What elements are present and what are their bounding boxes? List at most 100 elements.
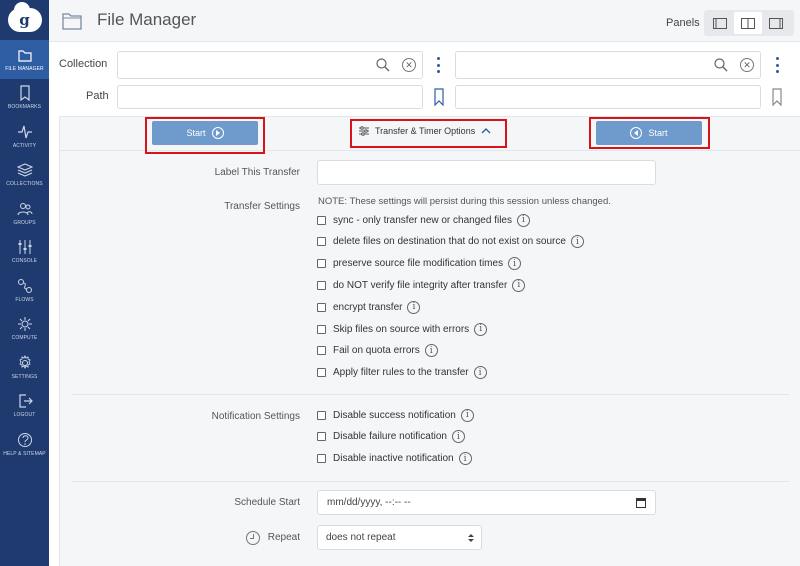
- transfer-options-toggle[interactable]: Transfer & Timer Options: [359, 126, 491, 136]
- sidebar-item-label: HELP & SITEMAP: [3, 450, 46, 457]
- info-icon[interactable]: i: [424, 344, 438, 358]
- right-more-menu-icon[interactable]: [775, 57, 779, 73]
- transfer-checkbox[interactable]: [317, 302, 326, 312]
- sliders-icon: [359, 126, 369, 136]
- schedule-start-input[interactable]: mm/dd/yyyy, --:-- --: [317, 490, 656, 515]
- label-transfer-input[interactable]: [317, 160, 656, 185]
- notification-option-row: Disable success notification i: [317, 407, 474, 423]
- folder-icon: [17, 47, 33, 63]
- notification-option-row: Disable inactive notification i: [317, 451, 472, 467]
- transfer-option-row: do NOT verify file integrity after trans…: [317, 277, 526, 293]
- sidebar-item-console[interactable]: CONSOLE: [0, 233, 49, 272]
- right-bookmark-icon[interactable]: [772, 88, 782, 106]
- transfer-option-row: sync - only transfer new or changed file…: [317, 212, 530, 228]
- left-path-input[interactable]: [117, 85, 423, 109]
- info-icon[interactable]: i: [460, 408, 474, 422]
- sidebar-item-settings[interactable]: SETTINGS: [0, 348, 49, 387]
- info-icon[interactable]: i: [516, 213, 530, 227]
- transfer-checkbox[interactable]: [317, 259, 326, 269]
- info-icon[interactable]: i: [407, 300, 421, 314]
- divider: [72, 394, 789, 395]
- notification-checkbox[interactable]: [317, 454, 326, 464]
- bookmark-icon: [17, 85, 33, 102]
- repeat-selected-value: does not repeat: [326, 532, 396, 543]
- transfer-settings-label: Transfer Settings: [224, 201, 300, 212]
- transfer-checkbox[interactable]: [317, 237, 326, 247]
- activity-icon: [17, 124, 33, 140]
- label-transfer-label: Label This Transfer: [214, 167, 300, 178]
- info-icon[interactable]: i: [451, 430, 465, 444]
- sidebar-item-label: ACTIVITY: [12, 142, 37, 149]
- dual-panel-button[interactable]: [734, 12, 762, 34]
- transfer-options-panel: Start Transfer & Timer Options Start Lab…: [59, 116, 800, 566]
- divider: [72, 481, 789, 482]
- sidebar-item-file-manager[interactable]: FILE MANAGER: [0, 40, 49, 79]
- sidebar-item-help-sitemap[interactable]: HELP & SITEMAP: [0, 425, 49, 464]
- transfer-option-label: preserve source file modification times: [333, 258, 504, 270]
- transfer-options-label: Transfer & Timer Options: [375, 126, 476, 136]
- start-right-label: Start: [648, 128, 668, 138]
- transfer-option-row: encrypt transfer i: [317, 299, 421, 315]
- sidebar-item-bookmarks[interactable]: BOOKMARKS: [0, 79, 49, 118]
- globus-logo[interactable]: g: [0, 0, 49, 40]
- repeat-label: Repeat: [267, 532, 300, 543]
- sidebar-item-compute[interactable]: COMPUTE: [0, 310, 49, 349]
- sidebar-item-label: COLLECTIONS: [6, 181, 43, 188]
- transfer-checkbox[interactable]: [317, 280, 326, 290]
- panels-label: Panels: [666, 17, 700, 29]
- arrow-left-icon: [630, 127, 643, 139]
- gear-icon: [17, 354, 33, 371]
- transfer-option-label: delete files on destination that do not …: [333, 236, 566, 248]
- right-search-icon[interactable]: [714, 58, 728, 72]
- info-icon[interactable]: i: [474, 322, 488, 336]
- left-search-icon[interactable]: [376, 58, 390, 72]
- transfer-checkbox[interactable]: [317, 346, 326, 356]
- transfer-bar: Start Transfer & Timer Options Start: [60, 117, 800, 154]
- left-more-menu-icon[interactable]: [436, 57, 440, 73]
- start-right-button[interactable]: Start: [596, 121, 702, 145]
- calendar-icon[interactable]: [636, 498, 646, 508]
- right-panel-button[interactable]: [762, 12, 790, 34]
- sidebar-item-label: COMPUTE: [11, 335, 38, 342]
- sliders-icon: [17, 239, 33, 255]
- notification-checkbox[interactable]: [317, 410, 326, 420]
- notification-option-label: Disable inactive notification: [333, 453, 454, 465]
- page-title: File Manager: [97, 10, 197, 29]
- single-panel-button[interactable]: [706, 12, 734, 34]
- notification-option-label: Disable success notification: [333, 409, 456, 421]
- transfer-checkbox[interactable]: [317, 368, 326, 378]
- transfer-option-label: Fail on quota errors: [333, 345, 420, 357]
- dual-panel-icon: [741, 17, 755, 29]
- sidebar-item-flows[interactable]: FLOWS: [0, 271, 49, 310]
- sidebar-item-activity[interactable]: ACTIVITY: [0, 117, 49, 156]
- panels-toggle-group: [704, 10, 794, 36]
- transfer-option-label: sync - only transfer new or changed file…: [333, 214, 512, 226]
- help-icon: [17, 432, 33, 448]
- transfer-option-row: Apply filter rules to the transfer i: [317, 365, 487, 381]
- collection-label: Collection: [59, 58, 108, 70]
- sidebar-item-label: SETTINGS: [11, 373, 38, 380]
- notification-checkbox[interactable]: [317, 432, 326, 442]
- transfer-option-label: Skip files on source with errors: [333, 323, 470, 335]
- right-clear-icon[interactable]: ✕: [740, 58, 754, 72]
- right-path-input[interactable]: [455, 85, 761, 109]
- left-clear-icon[interactable]: ✕: [402, 58, 416, 72]
- info-icon[interactable]: i: [570, 235, 584, 249]
- sidebar-item-collections[interactable]: COLLECTIONS: [0, 156, 49, 195]
- settings-note: NOTE: These settings will persist during…: [318, 196, 611, 207]
- folder-icon: [62, 13, 82, 30]
- transfer-option-row: delete files on destination that do not …: [317, 234, 584, 250]
- transfer-checkbox[interactable]: [317, 324, 326, 334]
- repeat-select[interactable]: does not repeat: [317, 525, 482, 550]
- transfer-checkbox[interactable]: [317, 215, 326, 225]
- info-icon[interactable]: i: [473, 366, 487, 380]
- info-icon[interactable]: i: [512, 278, 526, 292]
- sidebar-item-logout[interactable]: LOGOUT: [0, 387, 49, 426]
- start-left-button[interactable]: Start: [152, 121, 258, 145]
- info-icon[interactable]: i: [458, 452, 472, 466]
- sidebar-item-groups[interactable]: GROUPS: [0, 194, 49, 233]
- sidebar-item-label: GROUPS: [13, 219, 36, 226]
- left-bookmark-icon[interactable]: [434, 88, 444, 106]
- info-icon[interactable]: i: [508, 257, 522, 271]
- logo-letter: g: [19, 11, 30, 29]
